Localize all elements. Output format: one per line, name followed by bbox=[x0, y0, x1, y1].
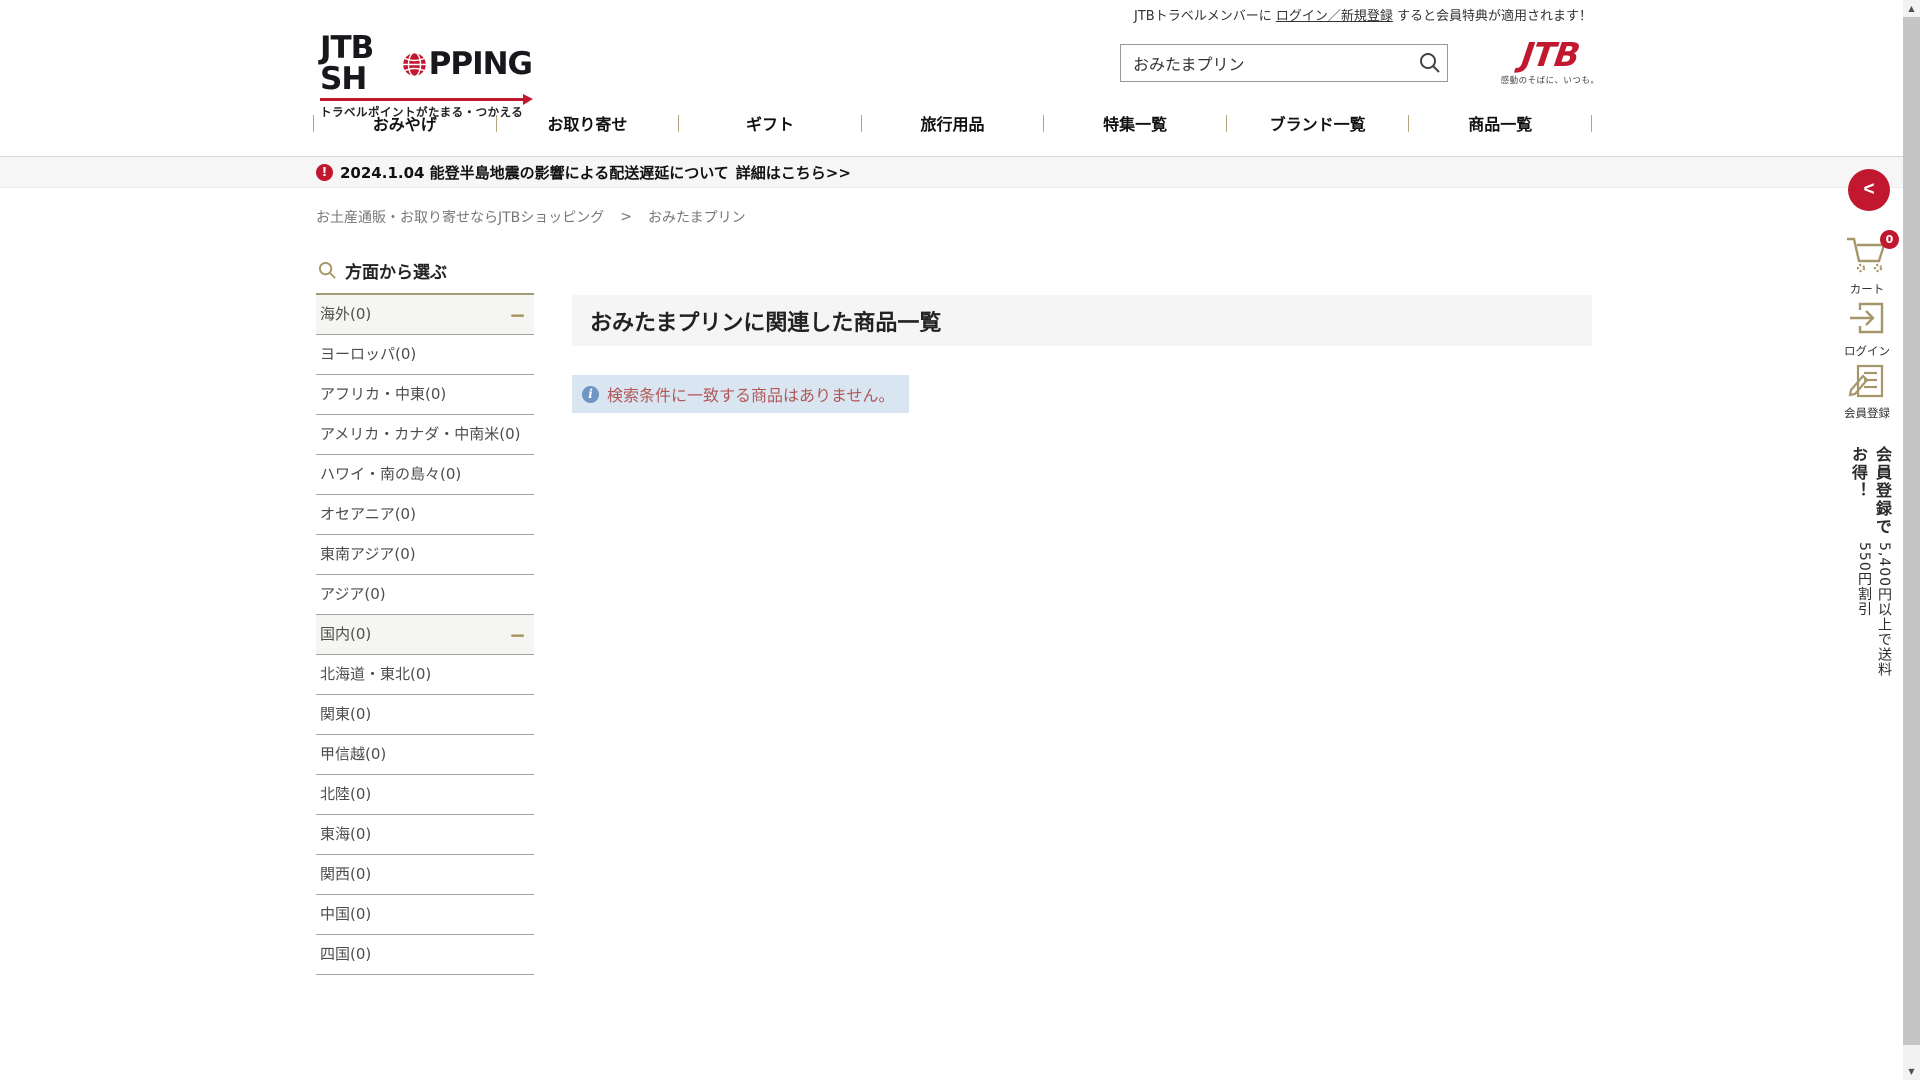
sidebar-item-europe[interactable]: ヨーロッパ(0) bbox=[316, 335, 534, 375]
nav-item-travel-goods[interactable]: 旅行用品 bbox=[862, 111, 1044, 135]
sidebar-item-domestic[interactable]: 国内(0) − bbox=[316, 615, 534, 655]
site-logo-text: JTB SH PPING bbox=[320, 30, 533, 97]
member-promo-vertical: 会員登録でお得！ 5,400円以上で送料550円割引 bbox=[1838, 446, 1894, 681]
cart-button[interactable]: 0 カート bbox=[1836, 230, 1899, 297]
nav-item-features[interactable]: 特集一覧 bbox=[1044, 111, 1226, 135]
page-title: おみたまプリンに関連した商品一覧 bbox=[572, 295, 1592, 346]
logo-red-rule bbox=[320, 94, 533, 105]
sidebar-item-southeast-asia[interactable]: 東南アジア(0) bbox=[316, 535, 534, 575]
sidebar-item-label: 四国(0) bbox=[320, 945, 372, 964]
collapse-minus-icon[interactable]: − bbox=[509, 625, 526, 645]
topbar-text-prefix: JTBトラベルメンバーに bbox=[1134, 8, 1276, 24]
nav-item-products[interactable]: 商品一覧 bbox=[1409, 111, 1591, 135]
sidebar-item-label: 海外(0) bbox=[320, 305, 372, 324]
nav-item-otoriyose[interactable]: お取り寄せ bbox=[497, 111, 679, 135]
sidebar-item-label: 国内(0) bbox=[320, 625, 372, 644]
logo-text-right: PPING bbox=[428, 45, 533, 82]
jtb-shopping-page: { "topbar": { "prefix": "JTBトラベルメンバーに ",… bbox=[0, 0, 1920, 1080]
sidebar-item-asia[interactable]: アジア(0) bbox=[316, 575, 534, 615]
no-results-message: i 検索条件に一致する商品はありません。 bbox=[572, 375, 909, 413]
sidebar-title: 方面から選ぶ bbox=[316, 256, 534, 295]
sidebar-item-hawaii[interactable]: ハワイ・南の島々(0) bbox=[316, 455, 534, 495]
nav-item-brands[interactable]: ブランド一覧 bbox=[1227, 111, 1409, 135]
cart-label: カート bbox=[1849, 282, 1885, 296]
sidebar-item-label: 中国(0) bbox=[320, 905, 372, 924]
register-icon bbox=[1848, 364, 1884, 398]
sidebar-item-hokuriku[interactable]: 北陸(0) bbox=[316, 775, 534, 815]
register-button[interactable]: 会員登録 bbox=[1836, 362, 1898, 421]
login-label: ログイン bbox=[1844, 344, 1890, 358]
breadcrumb: お土産通販・お取り寄せならJTBショッピング > おみたまプリン bbox=[316, 207, 746, 227]
sidebar-item-label: 甲信越(0) bbox=[320, 745, 387, 764]
scrollbar-thumb[interactable] bbox=[1903, 17, 1920, 1045]
login-button[interactable]: ログイン bbox=[1836, 300, 1898, 359]
sidebar-item-label: オセアニア(0) bbox=[320, 505, 416, 524]
sidebar-item-label: ヨーロッパ(0) bbox=[320, 345, 417, 364]
sidebar-item-label: アフリカ・中東(0) bbox=[320, 385, 447, 404]
sidebar-item-label: 北海道・東北(0) bbox=[320, 665, 432, 684]
cart-count-badge: 0 bbox=[1880, 230, 1899, 249]
sidebar-item-shikoku[interactable]: 四国(0) bbox=[316, 935, 534, 975]
login-register-link[interactable]: ログイン／新規登録 bbox=[1276, 5, 1393, 24]
breadcrumb-current: おみたまプリン bbox=[648, 210, 746, 226]
sidebar-item-hokkaido-tohoku[interactable]: 北海道・東北(0) bbox=[316, 655, 534, 695]
sidebar-item-label: ハワイ・南の島々(0) bbox=[320, 465, 462, 484]
sidebar-item-chugoku[interactable]: 中国(0) bbox=[316, 895, 534, 935]
promo-secondary-text: 5,400円以上で送料550円割引 bbox=[1856, 541, 1892, 677]
notice-detail-link[interactable]: 詳細はこちら>> bbox=[736, 162, 851, 183]
jtb-mark: JTB bbox=[1518, 35, 1582, 74]
jtb-corporate-tagline: 感動のそばに、いつも。 bbox=[1500, 76, 1600, 86]
sidebar-item-label: 関西(0) bbox=[320, 865, 372, 884]
main-nav: おみやげ お取り寄せ ギフト 旅行用品 特集一覧 ブランド一覧 商品一覧 bbox=[313, 108, 1593, 138]
notice-text: 2024.1.04 能登半島地震の影響による配送遅延について bbox=[340, 163, 729, 182]
sidebar-title-label: 方面から選ぶ bbox=[345, 263, 447, 283]
page-scrollbar: ▲ ▼ bbox=[1903, 0, 1920, 1080]
site-logo[interactable]: JTB SH PPING トラベルポイントがたまる・つかえる bbox=[320, 30, 533, 120]
search-button[interactable] bbox=[1413, 45, 1447, 81]
nav-item-omiyage[interactable]: おみやげ bbox=[314, 111, 496, 135]
search-area-icon bbox=[318, 261, 336, 279]
search-icon bbox=[1420, 53, 1440, 73]
nav-item-gift[interactable]: ギフト bbox=[679, 111, 861, 135]
login-icon bbox=[1850, 302, 1884, 334]
sidebar-item-overseas[interactable]: 海外(0) − bbox=[316, 295, 534, 335]
promo-primary-text: 会員登録でお得！ bbox=[1849, 446, 1892, 536]
breadcrumb-separator: > bbox=[620, 209, 633, 225]
sidebar-item-label: 北陸(0) bbox=[320, 785, 372, 804]
notice-banner: ! 2024.1.04 能登半島地震の影響による配送遅延について 詳細はこちら>… bbox=[0, 156, 1920, 188]
info-icon: i bbox=[582, 385, 599, 403]
collapse-minus-icon[interactable]: − bbox=[509, 305, 526, 325]
sidebar-item-label: 東南アジア(0) bbox=[320, 545, 416, 564]
nav-divider bbox=[1591, 114, 1593, 132]
member-topbar: JTBトラベルメンバーに ログイン／新規登録 すると会員特典が適用されます！ bbox=[0, 0, 1592, 28]
chevron-left-icon: < bbox=[1863, 179, 1875, 200]
logo-text-left: JTB SH bbox=[320, 30, 374, 97]
search-box bbox=[1120, 44, 1448, 82]
scrollbar-down-arrow[interactable]: ▼ bbox=[1903, 1063, 1920, 1080]
sidebar-item-koshinetsu[interactable]: 甲信越(0) bbox=[316, 735, 534, 775]
area-filter-sidebar: 方面から選ぶ 海外(0) − ヨーロッパ(0) アフリカ・中東(0) アメリカ・… bbox=[316, 256, 534, 975]
search-input[interactable] bbox=[1121, 45, 1413, 81]
sidebar-item-tokai[interactable]: 東海(0) bbox=[316, 815, 534, 855]
sidebar-item-label: 関東(0) bbox=[320, 705, 372, 724]
sidebar-item-label: アメリカ・カナダ・中南米(0) bbox=[320, 425, 521, 444]
sidebar-item-oceania[interactable]: オセアニア(0) bbox=[316, 495, 534, 535]
collapse-rail-button[interactable]: < bbox=[1848, 169, 1890, 211]
no-results-text: 検索条件に一致する商品はありません。 bbox=[607, 386, 895, 405]
scrollbar-up-arrow[interactable]: ▲ bbox=[1903, 0, 1920, 17]
globe-icon bbox=[401, 51, 427, 77]
sidebar-item-africa-middleeast[interactable]: アフリカ・中東(0) bbox=[316, 375, 534, 415]
sidebar-item-kanto[interactable]: 関東(0) bbox=[316, 695, 534, 735]
jtb-corporate-logo[interactable]: JTB 感動のそばに、いつも。 bbox=[1500, 35, 1600, 86]
sidebar-item-label: 東海(0) bbox=[320, 825, 372, 844]
sidebar-item-america[interactable]: アメリカ・カナダ・中南米(0) bbox=[316, 415, 534, 455]
topbar-text-suffix: すると会員特典が適用されます！ bbox=[1392, 8, 1592, 24]
exclamation-icon: ! bbox=[316, 163, 333, 181]
register-label: 会員登録 bbox=[1844, 406, 1890, 420]
breadcrumb-home[interactable]: お土産通販・お取り寄せならJTBショッピング bbox=[316, 207, 604, 227]
sidebar-item-label: アジア(0) bbox=[320, 585, 386, 604]
sidebar-item-kansai[interactable]: 関西(0) bbox=[316, 855, 534, 895]
